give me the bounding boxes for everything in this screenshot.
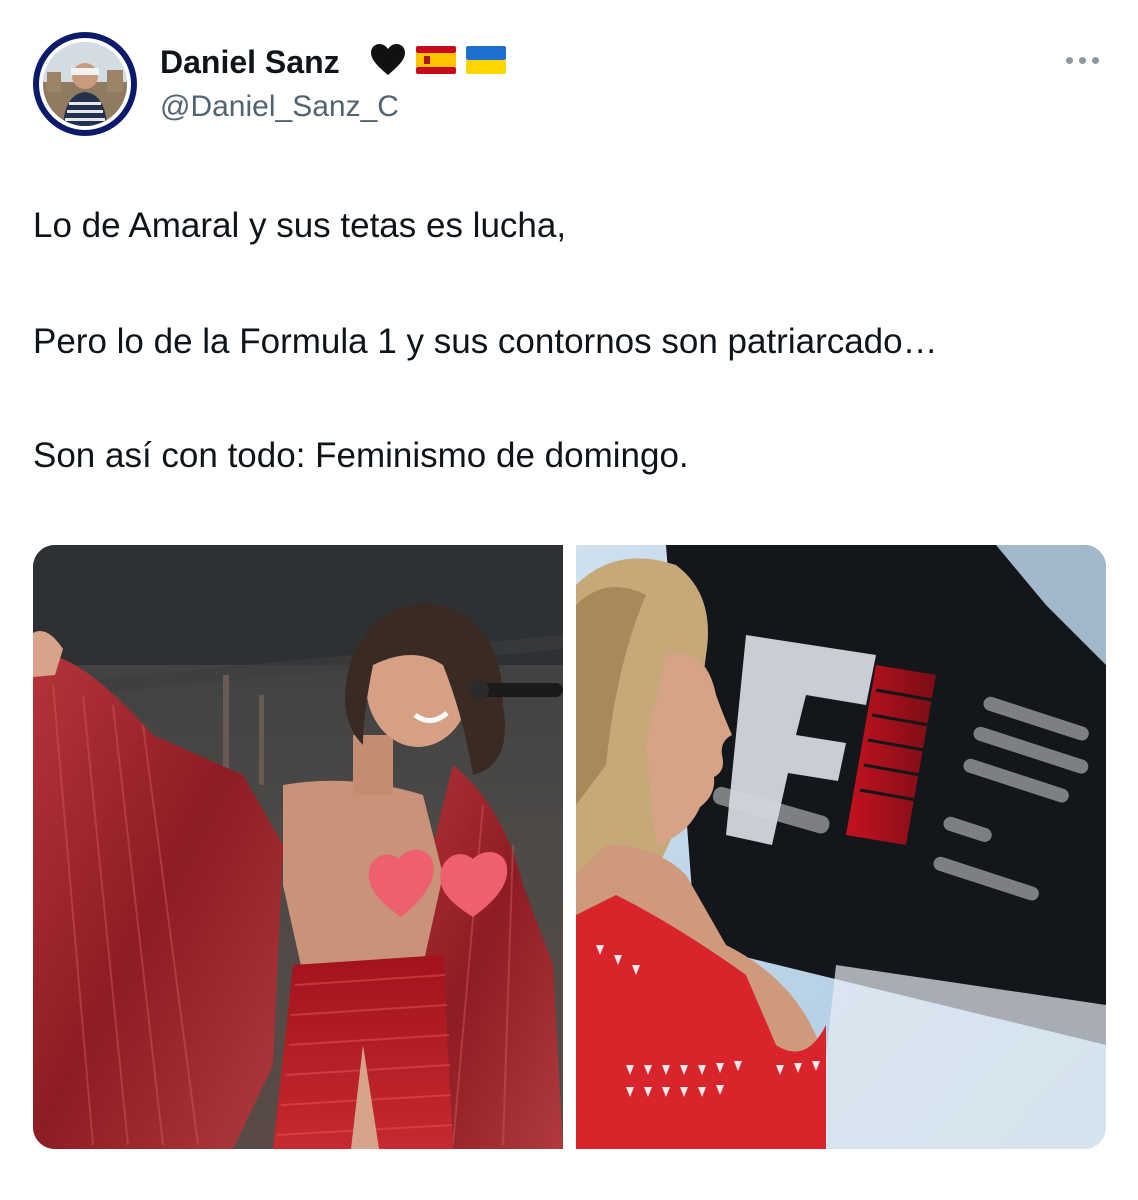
tweet-text-line: Pero lo de la Formula 1 y sus contornos … bbox=[33, 322, 938, 361]
tweet-card: Daniel Sanz @Daniel_Sanz_C Lo de Amaral … bbox=[0, 0, 1138, 1200]
concert-photo[interactable] bbox=[33, 545, 563, 1149]
tweet-text-line: Son así con todo: Feminismo de domingo. bbox=[33, 436, 689, 475]
name-badges bbox=[370, 43, 506, 82]
black-heart-icon bbox=[370, 43, 406, 82]
formula1-photo[interactable] bbox=[576, 545, 1106, 1149]
display-name[interactable]: Daniel Sanz bbox=[160, 42, 340, 82]
more-options-button[interactable] bbox=[1058, 46, 1106, 74]
avatar-photo bbox=[43, 42, 127, 126]
tweet-text-line: Lo de Amaral y sus tetas es lucha, bbox=[33, 206, 567, 245]
handle[interactable]: @Daniel_Sanz_C bbox=[160, 88, 399, 126]
ukraine-flag-icon bbox=[466, 45, 506, 79]
avatar[interactable] bbox=[33, 32, 137, 136]
spain-flag-icon bbox=[416, 45, 456, 79]
media-grid bbox=[33, 545, 1106, 1149]
more-dots-icon bbox=[1065, 56, 1073, 64]
